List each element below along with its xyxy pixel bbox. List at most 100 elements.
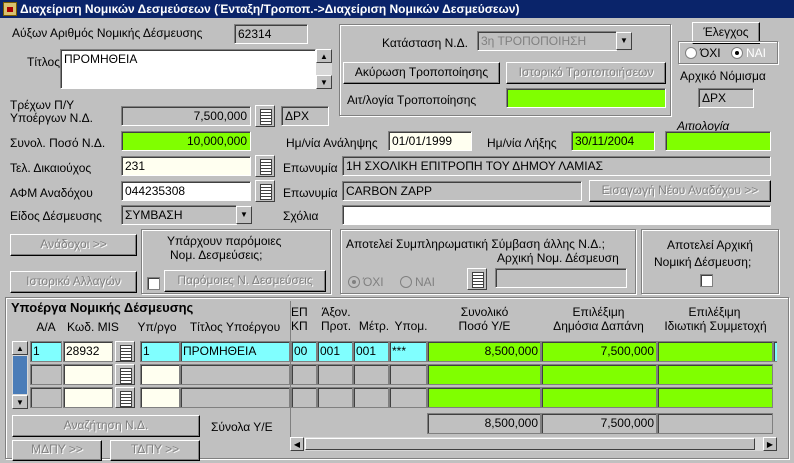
cell-title[interactable] xyxy=(180,387,290,408)
cell-measure[interactable] xyxy=(353,364,389,385)
title-scrollbar[interactable]: ▲ ▼ xyxy=(316,49,332,89)
col-mis-header: Κωδ. MIS xyxy=(67,320,119,334)
scroll-left-icon[interactable]: ◀ xyxy=(290,437,304,451)
cell-title[interactable]: ΠΡΟΜΗΘΕΙΑ xyxy=(180,341,290,362)
change-history-button[interactable]: Ιστορικό Αλλαγών xyxy=(10,271,137,293)
cell-public[interactable]: 7,500,000 xyxy=(541,341,657,362)
new-contractor-button[interactable]: Εισαγωγή Νέου Αναδόχου >> xyxy=(589,180,771,202)
check-no-label: ΌΧΙ xyxy=(700,46,721,60)
mis-list-icon[interactable] xyxy=(115,364,135,385)
end-date-label: Ημ/νία Λήξης xyxy=(487,136,557,150)
contractor-list-icon[interactable] xyxy=(255,180,275,202)
mdpy-button[interactable]: ΜΔΠΥ >> xyxy=(12,440,102,461)
cell-action[interactable] xyxy=(389,387,427,408)
justification-field[interactable] xyxy=(665,131,771,151)
cell-action[interactable]: *** xyxy=(389,341,427,362)
cell-mis[interactable] xyxy=(63,364,113,385)
cell-ep[interactable] xyxy=(291,364,317,385)
comments-field[interactable] xyxy=(342,205,771,225)
commitment-type-select[interactable]: ΣΥΜΒΑΣΗ xyxy=(121,205,237,225)
cell-ep[interactable] xyxy=(291,387,317,408)
cell-subproject[interactable] xyxy=(140,364,180,385)
cell-title[interactable] xyxy=(180,364,290,385)
cell-total[interactable]: 8,500,000 xyxy=(427,341,541,362)
col-ep-header-2: ΚΠ xyxy=(291,319,308,333)
cell-aa[interactable]: 1 xyxy=(30,341,62,362)
scroll-right-icon[interactable]: ▶ xyxy=(763,437,777,451)
similar-checkbox[interactable] xyxy=(147,277,160,290)
check-yes-radio[interactable] xyxy=(731,47,743,59)
mod-reason-field[interactable] xyxy=(506,88,666,108)
beneficiary-code-field[interactable]: 231 xyxy=(121,156,251,176)
scroll-down-icon[interactable]: ▼ xyxy=(316,75,332,89)
cell-public[interactable] xyxy=(541,387,657,408)
cell-public[interactable] xyxy=(541,364,657,385)
rows-scrollbar[interactable]: ▲ ▼ xyxy=(12,341,28,409)
orig-currency-field: ΔΡΧ xyxy=(698,88,754,108)
aa-field: 62314 xyxy=(234,24,308,44)
modification-history-button[interactable]: Ιστορικό Τροποποιήσεων xyxy=(506,62,666,84)
total-amount-field[interactable]: 10,000,000 xyxy=(121,131,251,151)
horizontal-scrollbar[interactable]: ◀ ▶ xyxy=(290,437,777,451)
cell-measure[interactable]: 001 xyxy=(353,341,389,362)
chevron-down-icon[interactable]: ▼ xyxy=(616,32,632,50)
orig-currency-label: Αρχικό Νόμισμα xyxy=(680,69,766,83)
subprojects-scroll-area: ΕΠ ΚΠ Άξον. Προτ. Μέτρ. Υπομ. Συνολικό Π… xyxy=(290,301,777,437)
end-date-field[interactable]: 30/11/2004 xyxy=(571,131,655,151)
comments-label: Σχόλια xyxy=(283,209,319,223)
cell-measure[interactable] xyxy=(353,387,389,408)
title-textarea[interactable]: ΠΡΟΜΗΘΕΙΑ xyxy=(60,49,316,89)
col-measure-header: Μέτρ. xyxy=(358,319,390,333)
cell-overflow xyxy=(773,341,777,362)
beneficiary-name-field: 1Η ΣΧΟΛΙΚΗ ΕΠΙΤΡΟΠΗ ΤΟΥ ΔΗΜΟΥ ΛΑΜΙΑΣ xyxy=(342,156,771,176)
scroll-down-icon[interactable]: ▼ xyxy=(12,395,28,409)
col-total-header-2: Ποσό Υ/Ε xyxy=(458,319,511,333)
commitment-type-label: Είδος Δέσμευσης xyxy=(10,209,102,223)
cell-subproject[interactable] xyxy=(140,387,180,408)
chevron-down-icon[interactable]: ▼ xyxy=(236,206,252,224)
beneficiary-list-icon[interactable] xyxy=(255,155,275,177)
cell-aa[interactable] xyxy=(30,364,62,385)
check-yes-label: ΝΑΙ xyxy=(746,46,767,60)
subprojects-title: Υποέργα Νομικής Δέσμευσης xyxy=(11,300,194,315)
cell-private[interactable] xyxy=(657,341,773,362)
cell-subproject[interactable]: 1 xyxy=(140,341,180,362)
mis-list-icon[interactable] xyxy=(115,387,135,408)
scroll-thumb[interactable] xyxy=(13,356,27,394)
cell-aa[interactable] xyxy=(30,387,62,408)
cell-total[interactable] xyxy=(427,387,541,408)
scroll-thumb[interactable] xyxy=(305,438,755,450)
col-aa-header: Α/Α xyxy=(36,320,56,334)
cell-total[interactable] xyxy=(427,364,541,385)
cell-ep[interactable]: 00 xyxy=(291,341,317,362)
mis-list-icon[interactable] xyxy=(115,341,135,362)
window-title: Διαχείριση Νομικών Δεσμεύσεων (Ένταξη/Τρ… xyxy=(0,0,794,18)
cell-mis[interactable] xyxy=(63,387,113,408)
current-currency-field: ΔΡΧ xyxy=(281,106,329,126)
cell-axis[interactable] xyxy=(317,364,353,385)
start-date-field[interactable]: 01/01/1999 xyxy=(388,131,472,151)
cell-action[interactable] xyxy=(389,364,427,385)
cell-private[interactable] xyxy=(657,387,773,408)
current-budget-label-2: Υποέργων Ν.Δ. xyxy=(10,111,94,125)
tdpy-button[interactable]: ΤΔΠΥ >> xyxy=(110,440,200,461)
supplementary-no-radio[interactable] xyxy=(348,276,360,288)
current-budget-list-icon[interactable] xyxy=(255,105,275,127)
contractor-afm-field[interactable]: 044235308 xyxy=(121,181,251,201)
similar-commitments-button[interactable]: Παρόμοιες Ν. Δεσμεύσεις xyxy=(164,270,326,292)
contractors-button[interactable]: Ανάδοχοι >> xyxy=(10,234,137,256)
cell-axis[interactable] xyxy=(317,387,353,408)
scroll-up-icon[interactable]: ▲ xyxy=(12,341,28,355)
supplementary-yes-radio[interactable] xyxy=(400,276,412,288)
cell-axis[interactable]: 001 xyxy=(317,341,353,362)
cell-mis[interactable]: 28932 xyxy=(63,341,113,362)
check-no-radio[interactable] xyxy=(685,47,697,59)
is-initial-checkbox[interactable] xyxy=(700,274,713,287)
scroll-up-icon[interactable]: ▲ xyxy=(316,49,332,63)
col-private-header-2: Ιδιωτική Συμμετοχή xyxy=(664,319,767,333)
status-select[interactable]: 3η ΤΡΟΠΟΠΟΙΗΣΗ xyxy=(477,31,617,51)
initial-commitment-list-icon[interactable] xyxy=(467,268,487,290)
search-commitment-button[interactable]: Αναζήτηση Ν.Δ. xyxy=(12,415,200,437)
cancel-modification-button[interactable]: Ακύρωση Τροποποίησης xyxy=(343,62,500,84)
cell-private[interactable] xyxy=(657,364,773,385)
